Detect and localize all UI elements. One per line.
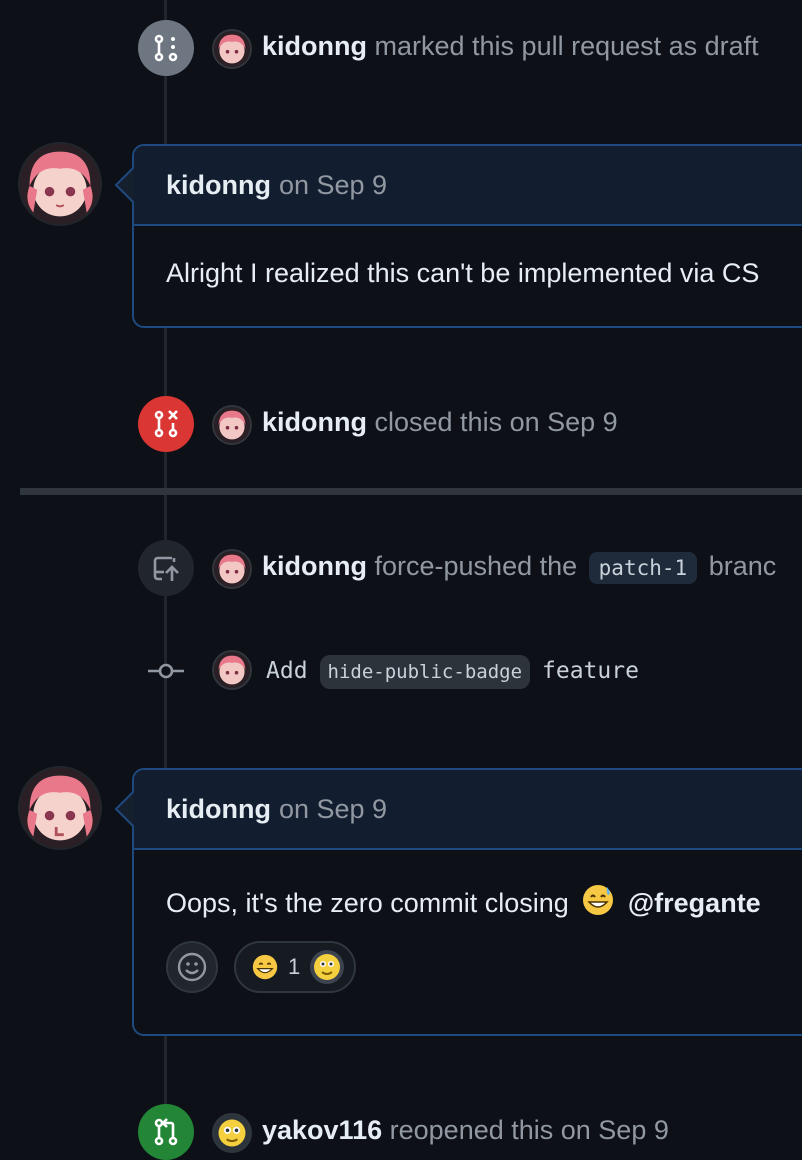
reactions-bar: 1	[166, 941, 798, 993]
add-reaction-button[interactable]	[166, 941, 218, 993]
avatar[interactable]	[212, 29, 252, 69]
smiley-icon	[177, 952, 207, 982]
comment-author[interactable]: kidonng	[166, 170, 271, 201]
event-action: marked this pull request as draft	[374, 31, 759, 61]
event-action-suffix: branc	[708, 551, 777, 581]
comment-card: kidonng on Sep 9 Alright I realized this…	[132, 144, 802, 328]
comment-date[interactable]: on Sep 9	[279, 170, 387, 201]
event-action: closed this on Sep 9	[374, 407, 618, 437]
avatar[interactable]	[212, 549, 252, 589]
draft-badge	[138, 20, 194, 76]
closed-badge	[138, 396, 194, 452]
branch-name[interactable]: patch-1	[588, 552, 698, 584]
event-actor[interactable]: yakov116	[262, 1115, 382, 1145]
force-push-event-text: kidonng force-pushed the patch-1 branc	[262, 548, 776, 586]
comment-header: kidonng on Sep 9	[134, 146, 802, 226]
commit-message[interactable]: Add hide-public-badge feature	[266, 651, 639, 692]
git-pull-request-icon	[154, 1118, 178, 1146]
repo-push-icon	[153, 556, 179, 581]
comment-date[interactable]: on Sep 9	[279, 794, 387, 825]
comment-body: Oops, it's the zero commit closing @freg…	[134, 850, 802, 993]
comment-body: Alright I realized this can't be impleme…	[134, 226, 802, 289]
force-push-badge	[138, 540, 194, 596]
reopened-event-text: yakov116 reopened this on Sep 9	[262, 1112, 669, 1148]
grinning-sweat-emoji	[583, 885, 614, 915]
avatar[interactable]	[212, 1113, 252, 1153]
commit-code: hide-public-badge	[319, 655, 531, 689]
event-actor[interactable]: kidonng	[262, 31, 367, 61]
avatar[interactable]	[212, 405, 252, 445]
timeline-divider	[20, 488, 802, 495]
comment-text: Alright I realized this can't be impleme…	[166, 258, 760, 288]
event-actor[interactable]: kidonng	[262, 551, 367, 581]
reaction-pill[interactable]: 1	[234, 941, 357, 993]
event-actor[interactable]: kidonng	[262, 407, 367, 437]
comment-text: Oops, it's the zero commit closing	[166, 888, 569, 918]
event-action: reopened this on Sep 9	[389, 1115, 669, 1145]
git-pull-request-draft-icon	[154, 34, 178, 62]
commit-prefix: Add	[266, 658, 308, 684]
closed-event-text: kidonng closed this on Sep 9	[262, 404, 618, 440]
commit-suffix: feature	[542, 658, 639, 684]
user-mention[interactable]: @fregante	[628, 888, 761, 918]
reactor-avatar[interactable]	[310, 950, 345, 984]
comment-author[interactable]: kidonng	[166, 794, 271, 825]
comment-card: kidonng on Sep 9 Oops, it's the zero com…	[132, 768, 802, 1036]
grinning-face-icon	[252, 954, 278, 980]
event-action: force-pushed the	[374, 551, 578, 581]
commit-author-avatar[interactable]	[212, 650, 252, 690]
reaction-count: 1	[288, 954, 301, 979]
reopened-badge	[138, 1104, 194, 1160]
comment-author-avatar[interactable]	[18, 766, 102, 850]
git-pull-request-closed-icon	[154, 410, 178, 438]
draft-event-text: kidonng marked this pull request as draf…	[262, 28, 759, 64]
comment-header: kidonng on Sep 9	[134, 770, 802, 850]
comment-author-avatar[interactable]	[18, 142, 102, 226]
git-commit-icon	[148, 663, 184, 679]
